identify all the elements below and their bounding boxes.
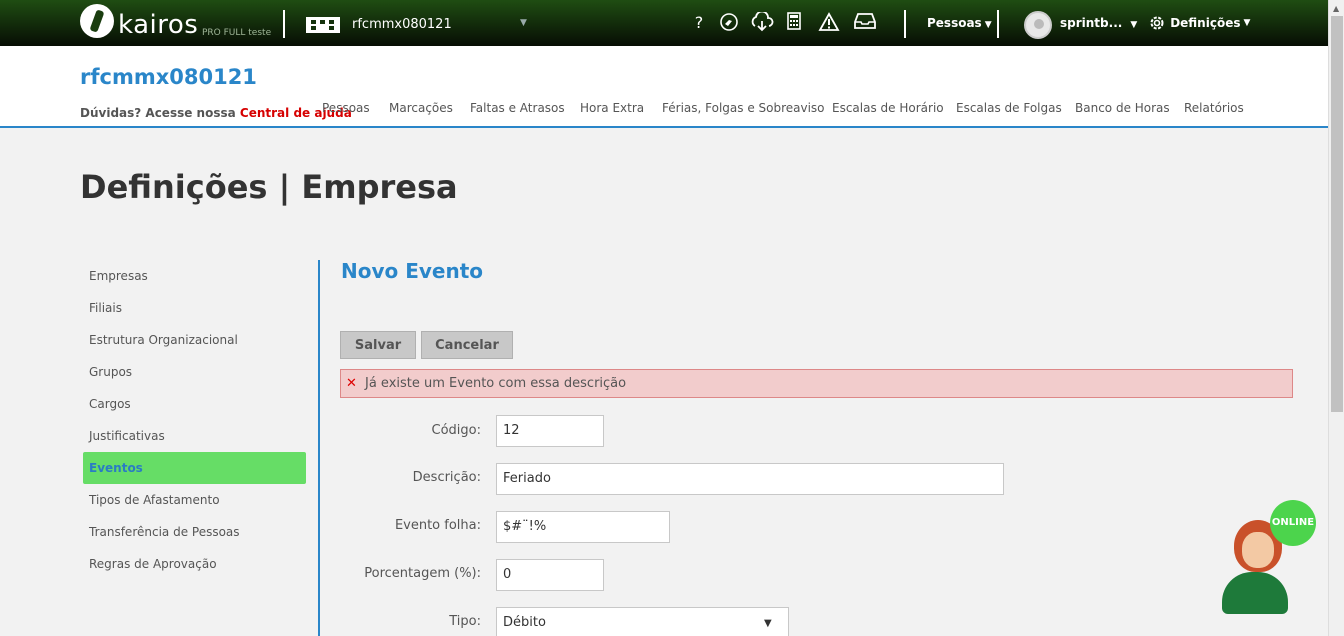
codigo-input[interactable]: 12 [496, 415, 604, 447]
chevron-down-icon: ▼ [1243, 18, 1251, 28]
descricao-input[interactable]: Feriado [496, 463, 1004, 495]
sidebar-item-empresas[interactable]: Empresas [83, 260, 306, 292]
chat-agent-face [1242, 532, 1274, 568]
chat-agent-body [1222, 572, 1288, 614]
feedback-icon[interactable] [718, 12, 740, 34]
chevron-down-icon: ▼ [1130, 20, 1138, 30]
nav-relatorios[interactable]: Relatórios [1184, 101, 1244, 115]
help-icon[interactable]: ? [688, 12, 710, 34]
top-bar: kairos PRO FULL teste rfcmmx080121 ▼ ? P… [0, 0, 1328, 46]
help-prefix: Dúvidas? Acesse nossa [80, 106, 236, 120]
logo-mark-icon [80, 4, 114, 38]
definicoes-menu-label: Definições [1170, 16, 1241, 30]
sidebar-item-afastamento[interactable]: Tipos de Afastamento [83, 484, 306, 516]
logo-text: kairos [118, 10, 199, 40]
error-message: Já existe um Evento com essa descrição [365, 376, 627, 391]
scroll-thumb[interactable] [1331, 16, 1343, 412]
definicoes-menu[interactable]: Definições ▼ [1148, 14, 1250, 32]
company-title: rfcmmx080121 [80, 65, 257, 89]
form-title: Novo Evento [341, 259, 484, 283]
error-x-icon[interactable]: ✕ [346, 370, 357, 397]
nav-hora-extra[interactable]: Hora Extra [580, 101, 644, 115]
cloud-download-icon[interactable] [750, 10, 774, 34]
save-button[interactable]: Salvar [340, 331, 416, 359]
nav-escalas-folgas[interactable]: Escalas de Folgas [956, 101, 1062, 115]
logo-subtitle: PRO FULL teste [202, 28, 272, 38]
evento-folha-input[interactable]: $#¨!% [496, 511, 670, 543]
nav-faltas-atrasos[interactable]: Faltas e Atrasos [470, 101, 565, 115]
sidebar-item-grupos[interactable]: Grupos [83, 356, 306, 388]
nav-marcacoes[interactable]: Marcações [389, 101, 453, 115]
chevron-down-icon: ▼ [984, 20, 992, 30]
page-title: Definições | Empresa [80, 168, 458, 206]
scrollbar[interactable]: ▲ [1328, 0, 1344, 636]
nav-pessoas[interactable]: Pessoas [322, 101, 370, 115]
company-selector[interactable]: rfcmmx080121 [352, 17, 452, 32]
tipo-label: Tipo: [449, 614, 481, 629]
nav-escalas-horario[interactable]: Escalas de Horário [832, 101, 944, 115]
help-text: Dúvidas? Acesse nossa Central de ajuda [80, 106, 352, 120]
pessoas-menu-label: Pessoas [927, 16, 982, 30]
divider [283, 10, 285, 38]
company-building-icon [306, 17, 340, 33]
porcentagem-input[interactable]: 0 [496, 559, 604, 591]
sidebar-item-filiais[interactable]: Filiais [83, 292, 306, 324]
sidebar-item-cargos[interactable]: Cargos [83, 388, 306, 420]
tipo-select[interactable]: Débito [496, 607, 789, 636]
pessoas-menu[interactable]: Pessoas ▼ [927, 16, 992, 30]
scroll-up-icon[interactable]: ▲ [1333, 4, 1339, 13]
inbox-icon[interactable] [854, 12, 876, 34]
divider [997, 10, 999, 38]
page-header: rfcmmx080121 Dúvidas? Acesse nossa Centr… [0, 46, 1328, 128]
chat-widget[interactable]: ONLINE [1218, 500, 1318, 620]
avatar[interactable] [1024, 11, 1052, 39]
warning-icon[interactable] [818, 12, 840, 34]
user-menu-label: sprintb... [1060, 16, 1123, 30]
codigo-label: Código: [431, 423, 481, 438]
sidebar-item-eventos[interactable]: Eventos [83, 452, 306, 484]
nav-banco-horas[interactable]: Banco de Horas [1075, 101, 1170, 115]
nav-ferias-folgas[interactable]: Férias, Folgas e Sobreaviso [662, 101, 825, 115]
porcentagem-label: Porcentagem (%): [364, 566, 481, 581]
sidebar-item-regras[interactable]: Regras de Aprovação [83, 548, 306, 580]
calculator-icon[interactable] [783, 12, 805, 34]
chevron-down-icon[interactable]: ▼ [764, 618, 772, 629]
sidebar-item-estrutura[interactable]: Estrutura Organizacional [83, 324, 306, 356]
descricao-label: Descrição: [412, 470, 481, 485]
gear-icon [1150, 16, 1164, 30]
sidebar-item-justificativas[interactable]: Justificativas [83, 420, 306, 452]
error-alert: ✕ Já existe um Evento com essa descrição [340, 369, 1293, 398]
online-badge[interactable]: ONLINE [1270, 500, 1316, 546]
sidebar-item-transferencia[interactable]: Transferência de Pessoas [83, 516, 306, 548]
chevron-down-icon[interactable]: ▼ [520, 18, 527, 28]
divider [904, 10, 906, 38]
evento-folha-label: Evento folha: [394, 518, 481, 533]
user-menu[interactable]: sprintb... ▼ [1060, 16, 1137, 30]
cancel-button[interactable]: Cancelar [421, 331, 513, 359]
